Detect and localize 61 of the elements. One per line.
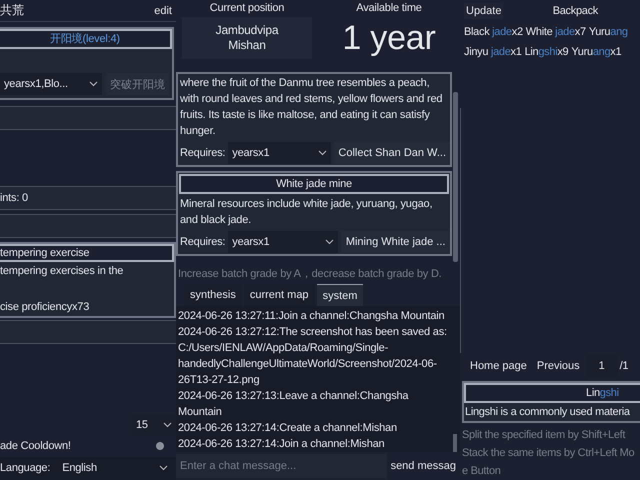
- cooldown-label: ade Cooldown!: [0, 440, 71, 452]
- backpack-item[interactable]: Yuruang: [588, 26, 628, 38]
- panel-title: 共荒: [0, 2, 24, 20]
- backpack-item[interactable]: Black jadex2: [464, 26, 523, 38]
- previous-button[interactable]: Previous: [532, 360, 584, 372]
- requires-label: Requires:: [180, 147, 226, 159]
- batch-hint: Increase batch grade by A，decrease batch grade by D.: [177, 267, 443, 282]
- action-button[interactable]: Collect Shan Dan W...: [334, 142, 450, 164]
- backpack-item[interactable]: White jadex7: [526, 26, 586, 38]
- tip-text: Split the specified item by Shift+Left: [461, 428, 626, 443]
- exercise-description: tempering exercises in the: [0, 264, 124, 280]
- backpack-item[interactable]: Lingshix9: [524, 46, 568, 58]
- tip-text: e Button: [461, 464, 502, 479]
- page-total: /1: [620, 360, 628, 372]
- log-entry: 2024-06-26 13:27:14:Create a channel:Mishan: [178, 421, 398, 436]
- send-button[interactable]: send messag: [386, 460, 460, 472]
- realm-title: 开阳境(level:4): [0, 29, 172, 50]
- home-page-button[interactable]: Home page: [466, 360, 531, 372]
- requires-label: Requires:: [180, 236, 226, 248]
- scrollbar[interactable]: [453, 434, 457, 452]
- language-select[interactable]: English: [58, 462, 176, 474]
- requires-select[interactable]: yearsx1: [228, 142, 332, 164]
- tip-text: Stack the same items by Ctrl+Left Mo: [461, 446, 636, 461]
- position-label: Current position: [210, 1, 284, 16]
- requirement-select[interactable]: yearsx1,Blo...: [0, 73, 102, 96]
- log-entry: 2024-06-26 13:27:13:Leave a channel:Changsha Mountain: [178, 389, 410, 420]
- chevron-icon: [318, 150, 328, 156]
- tab[interactable]: synthesis: [184, 284, 242, 306]
- log-entry: 2024-06-26 13:27:12:The screenshot has been saved as: C:/Users/IENLAW/AppData/Roaming/Single-handedlyChallengeUltimateWorld/Screenshot/2024-06-26T13-27-12.png: [178, 325, 448, 388]
- proficiency-label: cise proficiencyx73: [0, 300, 90, 316]
- backpack-item[interactable]: Jinyu jadex1: [464, 46, 522, 58]
- tab[interactable]: system: [316, 284, 364, 306]
- place-title: White jade mine: [179, 174, 449, 194]
- place-description: Mineral resources include white jade, yuruang, yugao, and black jade.: [179, 197, 434, 228]
- position-box: Jambudvipa Mishan: [182, 17, 312, 59]
- exercise-title: tempering exercise: [0, 244, 174, 262]
- backpack-label: Backpack: [552, 5, 598, 17]
- update-button[interactable]: Update: [464, 3, 504, 19]
- log-entry: 2024-06-26 13:27:11:Join a channel:Changsha Mountain: [178, 309, 446, 324]
- backpack-item[interactable]: Yuruangx1: [571, 46, 622, 58]
- item-description: Lingshi is a commonly used materia: [464, 405, 631, 420]
- log-entry: 2024-06-26 13:27:14:Join a channel:Mishan: [178, 437, 386, 452]
- page-field[interactable]: 1: [586, 355, 618, 377]
- batch-select[interactable]: 15: [132, 414, 176, 436]
- action-button[interactable]: Mining White jade ...: [341, 231, 450, 253]
- language-label: Language:: [0, 462, 50, 474]
- chevron-icon: [159, 465, 168, 472]
- cooldown-toggle[interactable]: [156, 442, 164, 450]
- scrollbar[interactable]: [453, 92, 458, 262]
- item-title: Lingshi: [464, 383, 640, 403]
- chat-input[interactable]: Enter a chat message...: [176, 454, 387, 478]
- place-description: where the fruit of the Danmu tree resembles a peach, with round leaves and red stems, yellow flowers and red fruits. Its taste is like maltose, and eating it can satisfy hunger.: [179, 76, 444, 139]
- time-label: Available time: [356, 1, 422, 16]
- chevron-icon: [163, 422, 172, 428]
- edit-button[interactable]: edit: [150, 4, 176, 17]
- chevron-icon: [89, 81, 98, 88]
- time-value: 1 year: [342, 18, 436, 59]
- chevron-icon: [325, 239, 334, 245]
- requires-select[interactable]: yearsx1: [228, 231, 338, 253]
- tab[interactable]: current map: [244, 284, 315, 306]
- points-label: ints: 0: [0, 192, 28, 204]
